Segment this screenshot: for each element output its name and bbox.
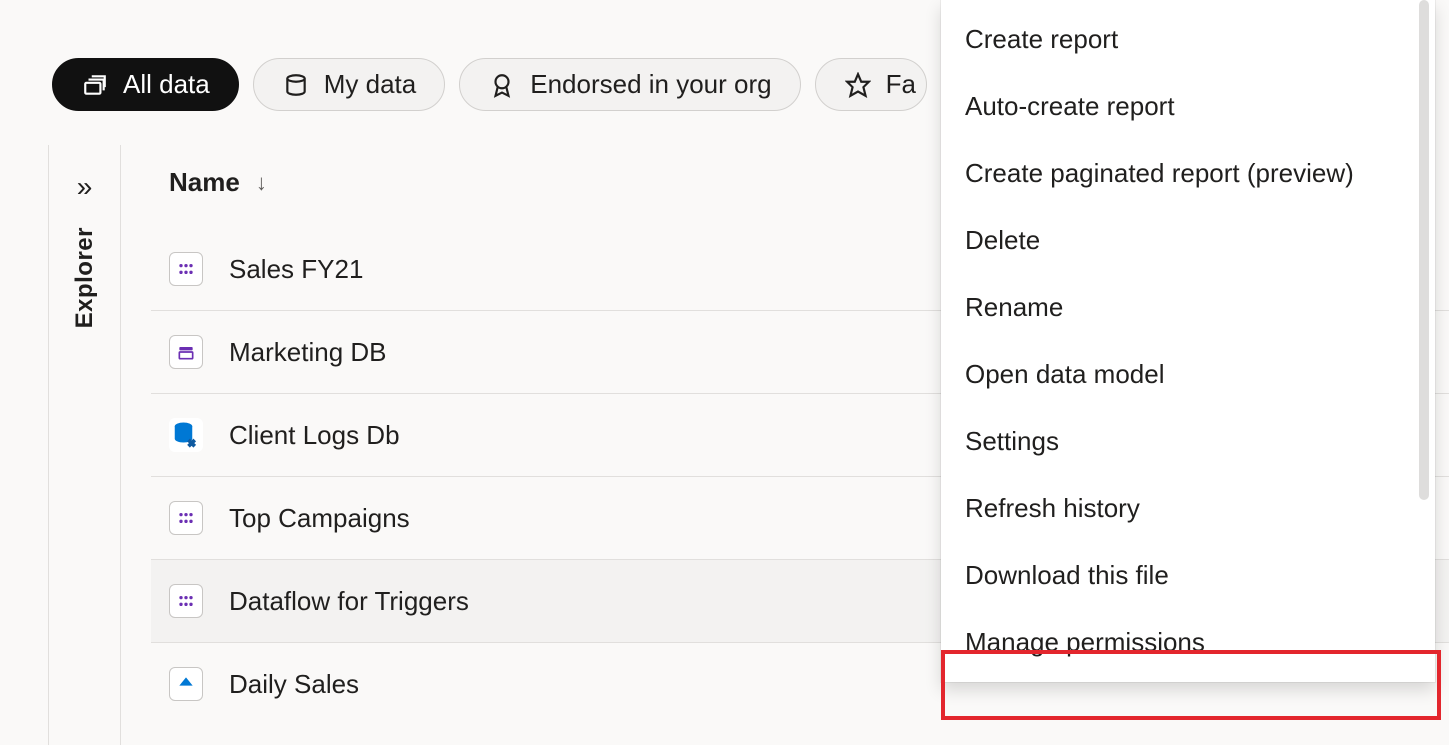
filter-label: All data [123,69,210,100]
filter-label: Fa [886,69,916,100]
up-icon [169,667,203,701]
menu-auto-create-report[interactable]: Auto-create report [941,73,1435,140]
menu-manage-permissions[interactable]: Manage permissions [941,609,1435,676]
filter-all-data[interactable]: All data [52,58,239,111]
dataset-icon [169,252,203,286]
cylinder-icon [282,71,310,99]
explorer-label: Explorer [71,227,99,328]
row-name: Client Logs Db [229,420,400,451]
stack-icon [81,71,109,99]
row-name: Daily Sales [229,669,359,700]
star-icon [844,71,872,99]
row-name: Marketing DB [229,337,387,368]
menu-create-report[interactable]: Create report [941,6,1435,73]
filter-endorsed[interactable]: Endorsed in your org [459,58,800,111]
row-name: Top Campaigns [229,503,410,534]
explorer-rail: » Explorer [49,145,121,745]
menu-open-data-model[interactable]: Open data model [941,341,1435,408]
menu-delete[interactable]: Delete [941,207,1435,274]
menu-settings[interactable]: Settings [941,408,1435,475]
column-header-text: Name [169,167,240,198]
dataset-icon [169,584,203,618]
filter-favorites[interactable]: Fa [815,58,927,111]
menu-refresh-history[interactable]: Refresh history [941,475,1435,542]
row-name: Dataflow for Triggers [229,586,469,617]
filter-label: My data [324,69,417,100]
menu-scrollbar[interactable] [1419,0,1429,500]
database-icon [169,418,203,452]
menu-download-file[interactable]: Download this file [941,542,1435,609]
filter-my-data[interactable]: My data [253,58,446,111]
menu-create-paginated[interactable]: Create paginated report (preview) [941,140,1435,207]
row-name: Sales FY21 [229,254,363,285]
filter-label: Endorsed in your org [530,69,771,100]
ribbon-icon [488,71,516,99]
sort-down-icon: ↓ [256,170,267,196]
context-menu: Create report Auto-create report Create … [941,0,1435,682]
datamart-icon [169,335,203,369]
menu-rename[interactable]: Rename [941,274,1435,341]
expand-chevron-icon[interactable]: » [77,171,93,203]
dataset-icon [169,501,203,535]
